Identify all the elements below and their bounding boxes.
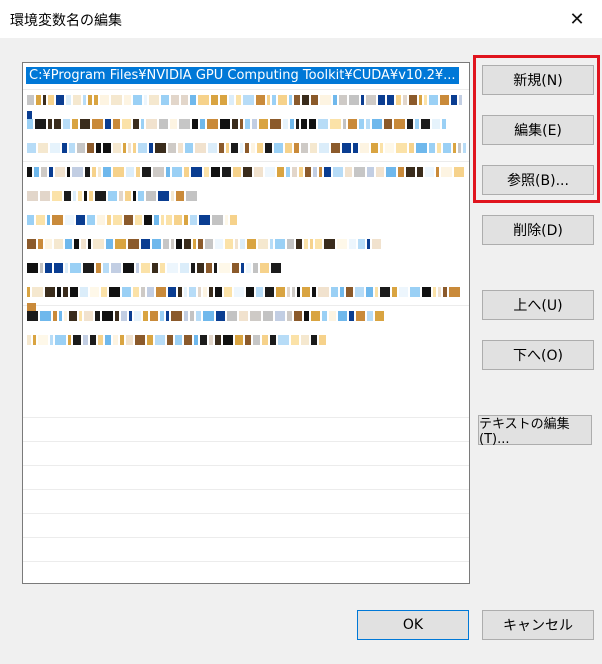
blurred-path-text <box>27 239 383 251</box>
move-down-button[interactable]: 下へ(O) <box>482 340 594 370</box>
list-item[interactable] <box>23 89 469 121</box>
empty-list-row <box>23 513 469 538</box>
blurred-path-text <box>27 95 469 121</box>
close-icon[interactable]: ✕ <box>564 6 590 32</box>
empty-list-row <box>23 561 469 583</box>
highlight-box <box>473 55 600 203</box>
list-item[interactable] <box>23 305 469 329</box>
list-item[interactable] <box>23 185 469 209</box>
list-item[interactable] <box>23 209 469 233</box>
blurred-path-text <box>27 215 239 227</box>
list-item[interactable] <box>23 137 469 162</box>
delete-button[interactable]: 削除(D) <box>482 215 594 245</box>
list-item[interactable] <box>23 113 469 137</box>
list-item[interactable] <box>23 161 469 185</box>
selected-path-text: C:¥Program Files¥NVIDIA GPU Computing To… <box>26 67 459 84</box>
blurred-path-text <box>27 143 468 155</box>
path-list[interactable]: C:¥Program Files¥NVIDIA GPU Computing To… <box>22 62 470 584</box>
blurred-path-text <box>27 311 386 323</box>
list-item[interactable] <box>23 233 469 257</box>
window-title: 環境変数名の編集 <box>10 13 122 29</box>
empty-list-row <box>23 441 469 466</box>
blurred-path-text <box>27 287 469 313</box>
edit-text-button[interactable]: テキストの編集(T)... <box>478 415 592 447</box>
title-bar: 環境変数名の編集 ✕ <box>0 0 602 38</box>
blurred-path-text <box>27 263 283 275</box>
list-item[interactable] <box>23 281 469 313</box>
blurred-path-text <box>27 191 199 203</box>
blurred-path-text <box>27 335 328 347</box>
empty-list-row <box>23 417 469 442</box>
cancel-button[interactable]: キャンセル <box>482 610 594 640</box>
list-item[interactable] <box>23 257 469 281</box>
empty-list-row <box>23 393 469 418</box>
blurred-path-text <box>27 167 466 179</box>
ok-button[interactable]: OK <box>357 610 469 640</box>
list-item[interactable]: C:¥Program Files¥NVIDIA GPU Computing To… <box>23 65 469 90</box>
move-up-button[interactable]: 上へ(U) <box>482 290 594 320</box>
list-item[interactable] <box>23 329 469 353</box>
blurred-path-text <box>27 119 448 131</box>
empty-list-row <box>23 465 469 490</box>
empty-list-row <box>23 489 469 514</box>
empty-list-row <box>23 537 469 562</box>
